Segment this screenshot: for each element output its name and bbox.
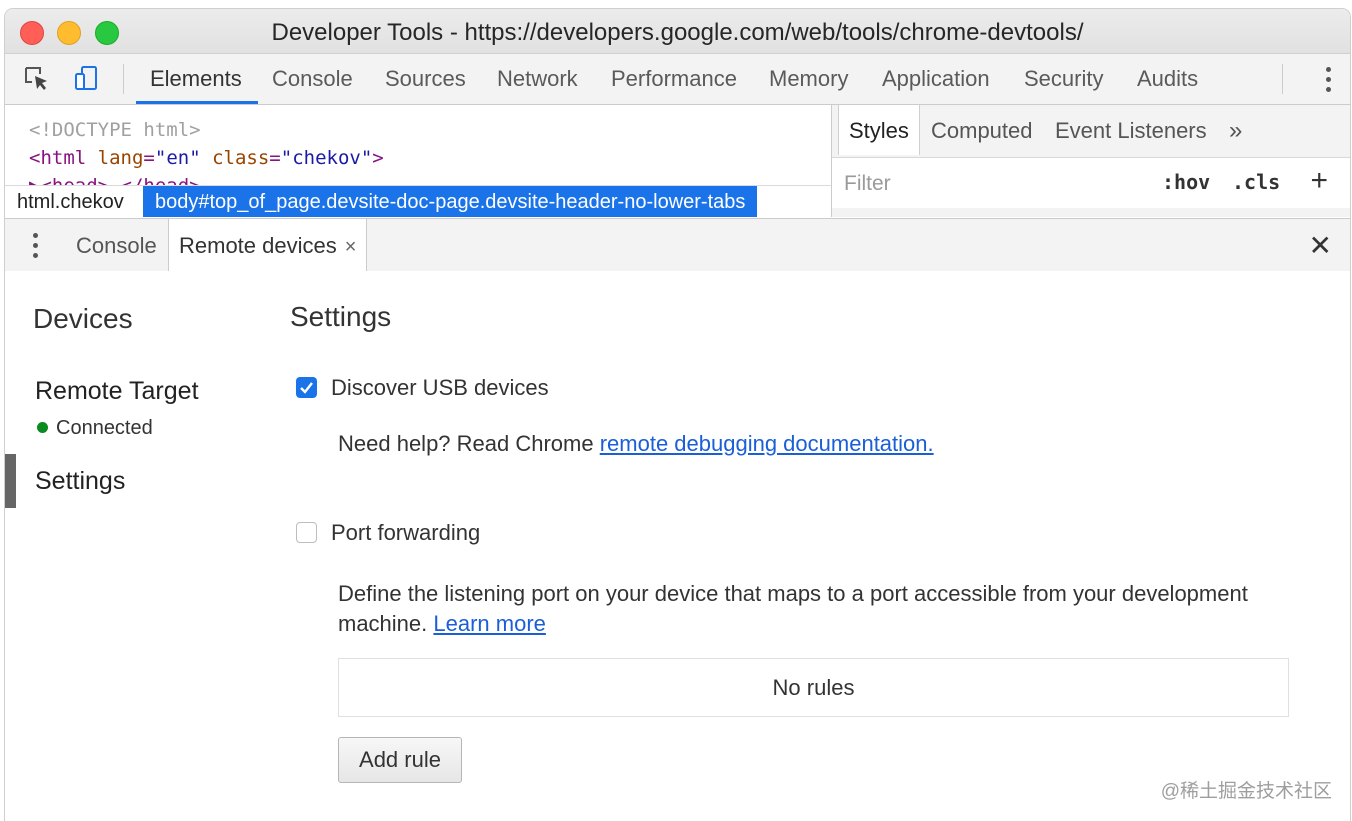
checkmark-icon (300, 382, 313, 394)
tab-audits[interactable]: Audits (1137, 54, 1198, 104)
tab-memory[interactable]: Memory (769, 54, 848, 104)
devices-heading: Devices (33, 303, 133, 334)
remote-debugging-docs-link[interactable]: remote debugging documentation. (600, 431, 934, 456)
elements-dom-tree: <!DOCTYPE html> <html lang="en" class="c… (5, 105, 832, 217)
selected-item-indicator (5, 454, 16, 508)
tab-performance[interactable]: Performance (611, 54, 737, 104)
tab-security[interactable]: Security (1024, 54, 1103, 104)
styles-filter-input[interactable] (842, 170, 1146, 198)
dom-attr-lang: lang (97, 147, 144, 169)
port-forwarding-description: Define the listening port on your device… (338, 579, 1288, 639)
toolbar-divider (1282, 64, 1283, 94)
rules-list: No rules (338, 658, 1289, 717)
help-text: Need help? Read Chrome remote debugging … (338, 431, 934, 457)
tab-computed[interactable]: Computed (931, 105, 1033, 155)
help-prefix: Need help? Read Chrome (338, 431, 600, 456)
dom-html-tag: <html (29, 147, 87, 169)
learn-more-link[interactable]: Learn more (433, 611, 546, 636)
add-rule-button[interactable]: Add rule (338, 737, 462, 783)
tab-event-listeners[interactable]: Event Listeners (1055, 105, 1207, 155)
dom-attr-class: class (212, 147, 270, 169)
close-drawer-icon[interactable]: ✕ (1309, 229, 1332, 262)
watermark: @稀土掘金技术社区 (1160, 781, 1332, 802)
tab-styles[interactable]: Styles (838, 105, 920, 155)
dom-html-tag-close: > (372, 147, 384, 169)
connected-dot-icon (37, 422, 48, 433)
dom-attr-class-value: "chekov" (280, 147, 373, 169)
dom-html-line[interactable]: <html lang="en" class="chekov"> (29, 147, 384, 169)
cls-button[interactable]: .cls (1232, 170, 1280, 194)
tab-network[interactable]: Network (497, 54, 578, 104)
dom-doctype-line[interactable]: <!DOCTYPE html> (29, 119, 201, 141)
dom-attr-lang-value: "en" (154, 147, 201, 169)
port-forwarding-label[interactable]: Port forwarding (331, 520, 480, 546)
breadcrumb-body[interactable]: body#top_of_page.devsite-doc-page.devsit… (143, 186, 758, 217)
title-bar: Developer Tools - https://developers.goo… (5, 9, 1350, 54)
tab-sources[interactable]: Sources (385, 54, 466, 104)
devtools-window: Developer Tools - https://developers.goo… (4, 8, 1351, 821)
breadcrumb-html[interactable]: html.chekov (5, 186, 136, 217)
remote-devices-panel: Devices Remote Target Connected Settings… (5, 271, 1350, 821)
customize-menu-icon[interactable] (1326, 67, 1332, 93)
status-label: Connected (56, 417, 153, 439)
inspect-element-icon[interactable] (23, 65, 51, 93)
connection-status: Connected (37, 417, 153, 440)
port-forwarding-checkbox[interactable] (296, 522, 317, 543)
tab-console[interactable]: Console (272, 54, 353, 104)
toolbar-divider (123, 64, 124, 94)
more-tabs-icon[interactable]: » (1229, 105, 1242, 155)
new-style-rule-button[interactable]: + (1310, 164, 1328, 198)
discover-usb-label[interactable]: Discover USB devices (331, 375, 549, 401)
active-tab-indicator (136, 101, 258, 104)
breadcrumb: html.chekov body#top_of_page.devsite-doc… (5, 185, 831, 217)
sidebar-item-remote-target[interactable]: Remote Target (35, 377, 199, 406)
drawer-tab-label: Remote devices (179, 233, 337, 258)
no-rules-text: No rules (772, 675, 855, 700)
drawer-toolbar: Console Remote devices × ✕ (5, 218, 1350, 272)
drawer-tab-console[interactable]: Console (76, 219, 157, 271)
tab-application[interactable]: Application (882, 54, 990, 104)
drawer-tab-remote-devices[interactable]: Remote devices × (168, 219, 368, 272)
styles-pane: Styles Computed Event Listeners » :hov .… (832, 105, 1350, 217)
drawer-menu-icon[interactable] (33, 233, 38, 263)
discover-usb-checkbox[interactable] (296, 377, 317, 398)
close-tab-icon[interactable]: × (345, 236, 357, 258)
window-title: Developer Tools - https://developers.goo… (271, 19, 1084, 46)
tab-elements[interactable]: Elements (150, 54, 242, 104)
sidebar-item-settings[interactable]: Settings (35, 467, 125, 496)
styles-filter-bar: :hov .cls + (832, 157, 1350, 208)
settings-heading: Settings (290, 301, 392, 332)
hov-button[interactable]: :hov (1162, 170, 1210, 194)
device-toolbar-icon[interactable] (73, 65, 101, 93)
main-toolbar: Elements Console Sources Network Perform… (5, 54, 1350, 105)
